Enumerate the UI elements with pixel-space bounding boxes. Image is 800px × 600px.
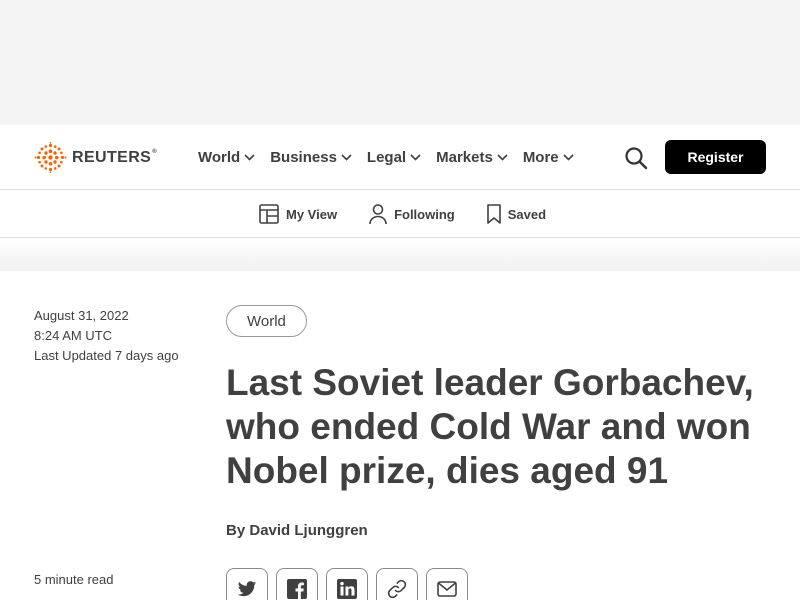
section-tag-world[interactable]: World (226, 305, 307, 337)
chevron-down-icon (563, 153, 574, 161)
publish-date: August 31, 2022 (34, 308, 129, 323)
nav-world[interactable]: World (198, 147, 255, 167)
layout-icon (259, 204, 279, 224)
register-button[interactable]: Register (665, 140, 766, 174)
section-divider (0, 238, 800, 271)
publish-time: 8:24 AM UTC (34, 328, 113, 343)
linkedin-icon (337, 579, 357, 599)
byline: By David Ljunggren (226, 522, 368, 539)
nav-business[interactable]: Business (270, 147, 352, 167)
reuters-logo-icon (34, 142, 67, 173)
share-bar (226, 568, 476, 600)
subnav-label: My View (286, 206, 338, 222)
nav-label: Legal (366, 148, 407, 166)
top-navigation: REUTERS® World Business Legal Markets Mo… (0, 125, 800, 190)
person-icon (369, 204, 387, 225)
search-icon (625, 147, 648, 170)
subnav-label: Following (394, 206, 455, 222)
chevron-down-icon (410, 153, 421, 161)
chevron-down-icon (497, 153, 508, 161)
nav-more[interactable]: More (523, 147, 574, 167)
nav-label: World (198, 148, 241, 166)
subnav-saved[interactable]: Saved (486, 202, 546, 226)
subnav-following[interactable]: Following (368, 202, 455, 226)
twitter-icon (237, 580, 257, 596)
email-icon (437, 581, 457, 597)
share-twitter-button[interactable] (226, 568, 268, 600)
share-email-button[interactable] (426, 568, 468, 600)
article: August 31, 2022 8:24 AM UTC Last Updated… (0, 271, 800, 600)
subnav-my-view[interactable]: My View (258, 202, 337, 226)
main-nav: World Business Legal Markets More (198, 147, 589, 167)
nav-legal[interactable]: Legal (367, 147, 421, 167)
reuters-logo[interactable]: REUTERS® (34, 142, 157, 173)
article-headline: Last Soviet leader Gorbachev, who ended … (226, 362, 754, 491)
read-time: 5 minute read (34, 572, 114, 587)
logo-wordmark: REUTERS® (72, 148, 158, 166)
nav-label: More (522, 148, 559, 166)
share-facebook-button[interactable] (276, 568, 318, 600)
share-linkedin-button[interactable] (326, 568, 368, 600)
nav-label: Business (270, 148, 337, 166)
ad-space (0, 0, 800, 125)
nav-markets[interactable]: Markets (436, 147, 508, 167)
search-button[interactable] (624, 146, 648, 170)
link-icon (387, 579, 407, 599)
article-meta: August 31, 2022 8:24 AM UTC Last Updated… (34, 306, 179, 366)
byline-prefix: By (226, 522, 246, 539)
bookmark-icon (486, 204, 501, 224)
chevron-down-icon (341, 153, 352, 161)
author-link[interactable]: David Ljunggren (249, 522, 367, 539)
last-updated: Last Updated 7 days ago (34, 348, 179, 363)
subnav-label: Saved (507, 206, 547, 222)
facebook-icon (287, 579, 307, 599)
sub-navigation: My View Following Saved (0, 190, 800, 238)
copy-link-button[interactable] (376, 568, 418, 600)
chevron-down-icon (244, 153, 255, 161)
nav-label: Markets (436, 148, 493, 166)
